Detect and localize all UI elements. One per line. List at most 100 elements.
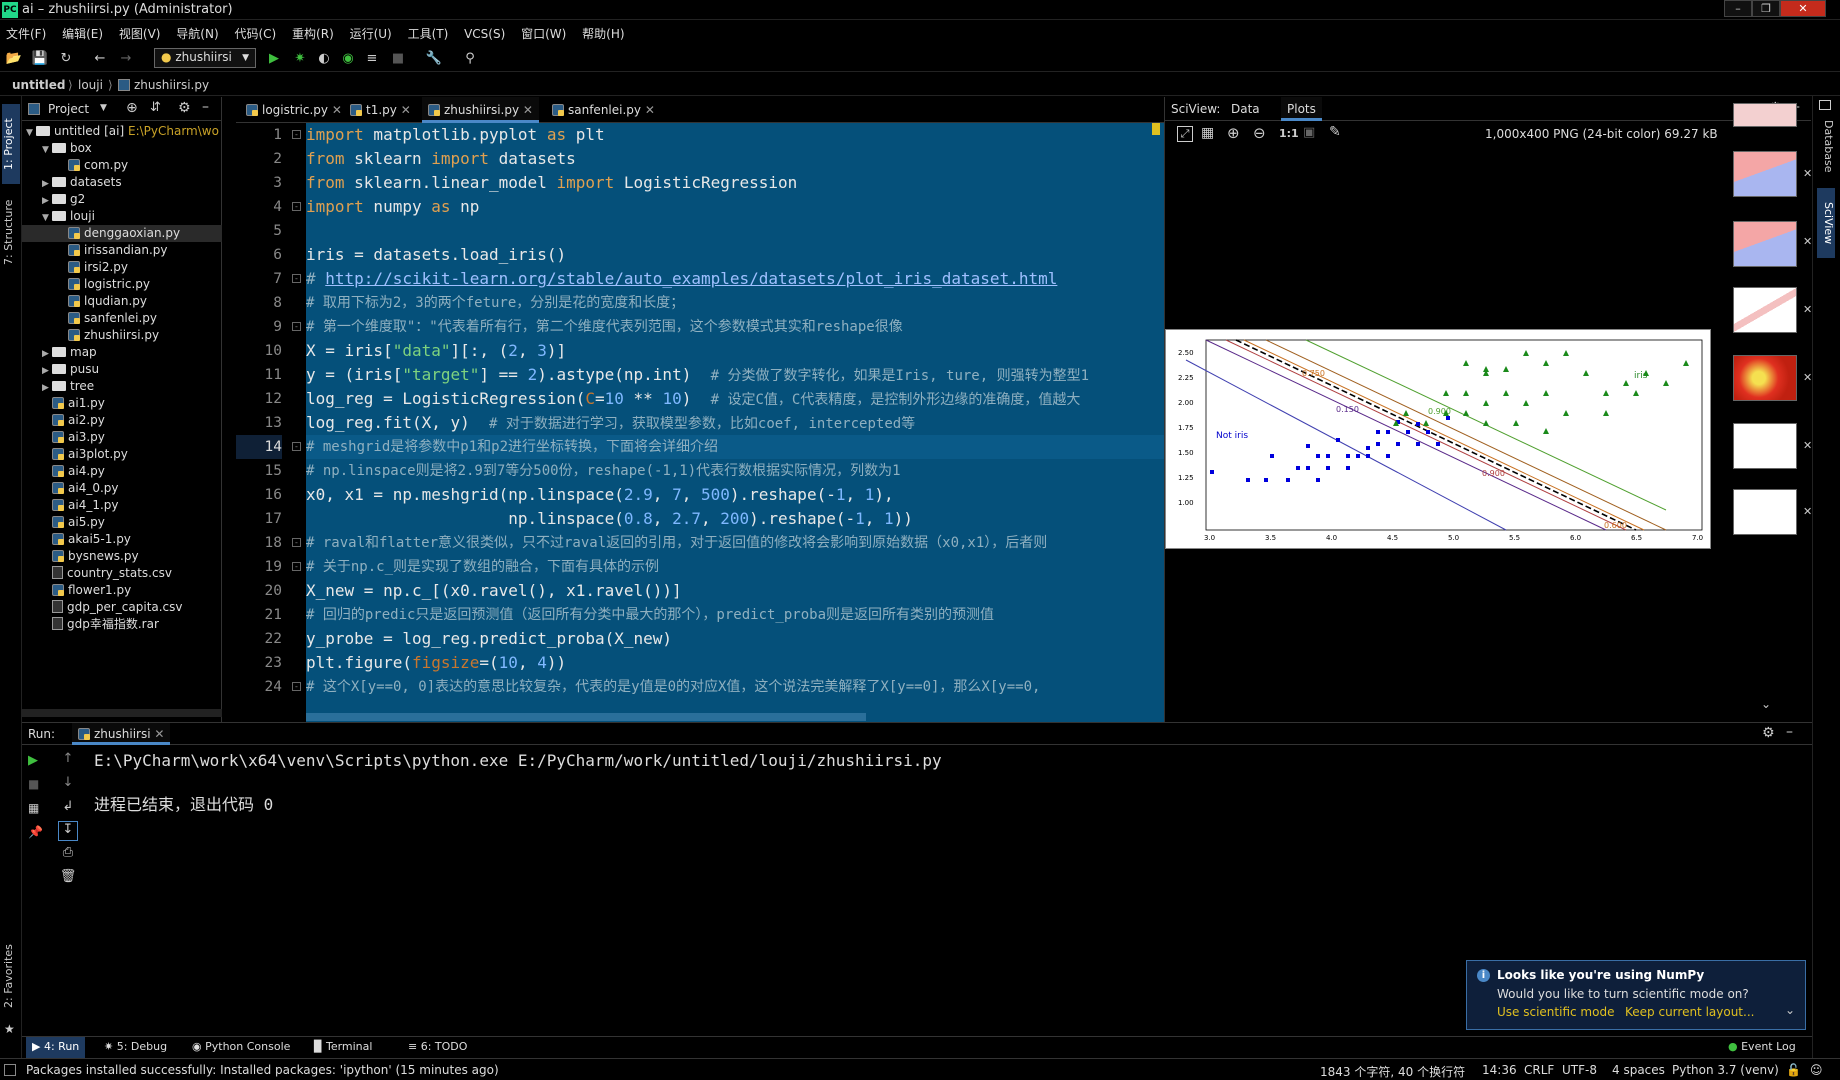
tab-event-log[interactable]: ● Event Log (1728, 1040, 1796, 1053)
print-icon[interactable]: ⎙ (58, 845, 78, 865)
close-icon[interactable]: ✕ (332, 103, 342, 117)
tree-folder[interactable]: ▶ pusu (22, 361, 222, 378)
close-icon[interactable]: ✕ (1803, 167, 1812, 180)
menu-edit[interactable]: 编辑(E) (56, 22, 109, 45)
project-tool-tab[interactable]: 1: Project (2, 104, 20, 184)
image-icon[interactable]: ▣ (1303, 125, 1315, 140)
menu-refactor[interactable]: 重构(R) (286, 22, 340, 45)
close-icon[interactable]: ✕ (401, 103, 411, 117)
fold-icon[interactable]: - (292, 538, 301, 547)
restore-icon[interactable]: ❐ (1752, 0, 1780, 17)
close-icon[interactable]: ✕ (1803, 439, 1812, 452)
line-separator[interactable]: CRLF (1524, 1063, 1554, 1077)
tree-file[interactable]: ai5.py (22, 514, 222, 531)
menu-navigate[interactable]: 导航(N) (170, 22, 224, 45)
tab-debug[interactable]: ✷ 5: Debug (104, 1040, 167, 1053)
tree-file[interactable]: zhushiirsi.py (22, 327, 222, 344)
tree-file[interactable]: ai3plot.py (22, 446, 222, 463)
indent-setting[interactable]: 4 spaces (1612, 1063, 1665, 1077)
tree-scrollbar[interactable] (22, 709, 222, 717)
fold-icon[interactable]: - (292, 562, 301, 571)
close-icon[interactable]: ✕ (1803, 235, 1812, 248)
code-editor[interactable]: import matplotlib.pyplot as plt from skl… (306, 123, 1164, 722)
tree-file[interactable]: logistric.py (22, 276, 222, 293)
rerun-icon[interactable]: ▶ (28, 753, 38, 768)
grid-icon[interactable]: ▦ (1201, 125, 1214, 141)
profile-icon[interactable]: ◉ (338, 49, 358, 69)
fold-icon[interactable]: - (292, 322, 301, 331)
close-icon[interactable]: ✕ (154, 727, 164, 741)
tree-file[interactable]: ai3.py (22, 429, 222, 446)
cursor-position[interactable]: 14:36 (1482, 1063, 1517, 1077)
menu-help[interactable]: 帮助(H) (576, 22, 630, 45)
open-folder-icon[interactable]: 📂 (4, 49, 24, 69)
tab-data[interactable]: Data (1231, 102, 1260, 116)
fold-icon[interactable]: - (292, 682, 301, 691)
menu-window[interactable]: 窗口(W) (515, 22, 572, 45)
interpreter[interactable]: Python 3.7 (venv) (1672, 1063, 1779, 1077)
pin-icon[interactable]: 📌 (28, 825, 43, 839)
tab-terminal[interactable]: ▉ Terminal (314, 1040, 372, 1053)
tree-file[interactable]: ai2.py (22, 412, 222, 429)
settings-wrench-icon[interactable]: 🔧 (424, 49, 444, 69)
tab-t1[interactable]: t1.py ✕ (344, 97, 417, 123)
scroll-to-end-icon[interactable]: ↧ (58, 821, 78, 841)
plot-thumbnail[interactable] (1733, 355, 1797, 401)
plot-image[interactable]: 2.50 2.25 2.00 1.75 1.50 1.25 1.00 3.0 3… (1165, 329, 1711, 549)
sync-icon[interactable]: ↻ (56, 49, 76, 69)
project-view-select[interactable]: Project (48, 102, 89, 116)
tab-logistric[interactable]: logistric.py ✕ (240, 97, 348, 123)
tree-folder[interactable]: ▶ g2 (22, 191, 222, 208)
lock-icon[interactable]: 🔓 (1786, 1063, 1801, 1077)
tree-folder[interactable]: ▼ box (22, 140, 222, 157)
tree-file[interactable]: gdp_per_capita.csv (22, 599, 222, 616)
close-icon[interactable]: ✕ (1780, 0, 1826, 17)
up-arrow-icon[interactable]: ↑ (58, 751, 78, 771)
restore-layout-icon[interactable]: ▦ (28, 801, 39, 815)
hide-icon[interactable]: – (1786, 724, 1793, 740)
chevron-down-icon[interactable]: ⌄ (1761, 697, 1771, 711)
tab-zhushiirsi[interactable]: zhushiirsi.py ✕ (422, 97, 539, 123)
zoom-out-icon[interactable]: ⊖ (1253, 124, 1266, 142)
tree-file[interactable]: denggaoxian.py (22, 225, 222, 242)
run-icon[interactable]: ▶ (264, 49, 284, 69)
star-icon[interactable]: ★ (4, 1022, 15, 1036)
actual-size-button[interactable]: 1:1 (1279, 127, 1299, 140)
tree-file[interactable]: ai4_1.py (22, 497, 222, 514)
tab-python-console[interactable]: ◉ Python Console (192, 1040, 290, 1053)
chevron-down-icon[interactable]: ▼ (100, 103, 107, 113)
gear-icon[interactable]: ⚙ (1762, 725, 1775, 741)
tree-file[interactable]: country_stats.csv (22, 565, 222, 582)
status-message[interactable]: Packages installed successfully: Install… (26, 1063, 499, 1077)
tree-file[interactable]: flower1.py (22, 582, 222, 599)
menu-view[interactable]: 视图(V) (113, 22, 167, 45)
tab-sanfenlei[interactable]: sanfenlei.py ✕ (546, 97, 661, 123)
close-icon[interactable]: ✕ (1803, 303, 1812, 316)
database-tool-tab[interactable]: Database (1817, 116, 1835, 176)
tree-file[interactable]: com.py (22, 157, 222, 174)
menu-run[interactable]: 运行(U) (344, 22, 398, 45)
menu-tools[interactable]: 工具(T) (402, 22, 455, 45)
tree-file[interactable]: bysnews.py (22, 548, 222, 565)
concurrency-icon[interactable]: ≡ (362, 49, 382, 69)
back-icon[interactable]: ← (90, 49, 110, 69)
fold-icon[interactable]: - (292, 130, 301, 139)
tab-todo[interactable]: ≡ 6: TODO (408, 1040, 467, 1053)
horizontal-scrollbar[interactable] (306, 713, 866, 721)
search-icon[interactable]: ⚲ (460, 49, 480, 69)
tree-file[interactable]: sanfenlei.py (22, 310, 222, 327)
tree-folder[interactable]: ▶ tree (22, 378, 222, 395)
coverage-icon[interactable]: ◐ (314, 49, 334, 69)
menu-file[interactable]: 文件(F) (0, 22, 52, 45)
hide-icon[interactable]: – (202, 99, 209, 115)
minimize-icon[interactable]: – (1724, 0, 1752, 17)
sciview-tool-tab[interactable]: SciView (1817, 188, 1835, 258)
soft-wrap-icon[interactable]: ↲ (58, 799, 78, 819)
plot-thumbnail[interactable] (1733, 287, 1797, 333)
color-picker-icon[interactable]: ✎ (1329, 124, 1341, 140)
plot-thumbnail[interactable] (1733, 103, 1797, 127)
plot-thumbnail[interactable] (1733, 489, 1797, 535)
inspector-icon[interactable]: ☺ (1810, 1063, 1823, 1077)
close-icon[interactable]: ✕ (645, 103, 655, 117)
keep-current-layout-link[interactable]: Keep current layout... (1625, 1005, 1754, 1019)
